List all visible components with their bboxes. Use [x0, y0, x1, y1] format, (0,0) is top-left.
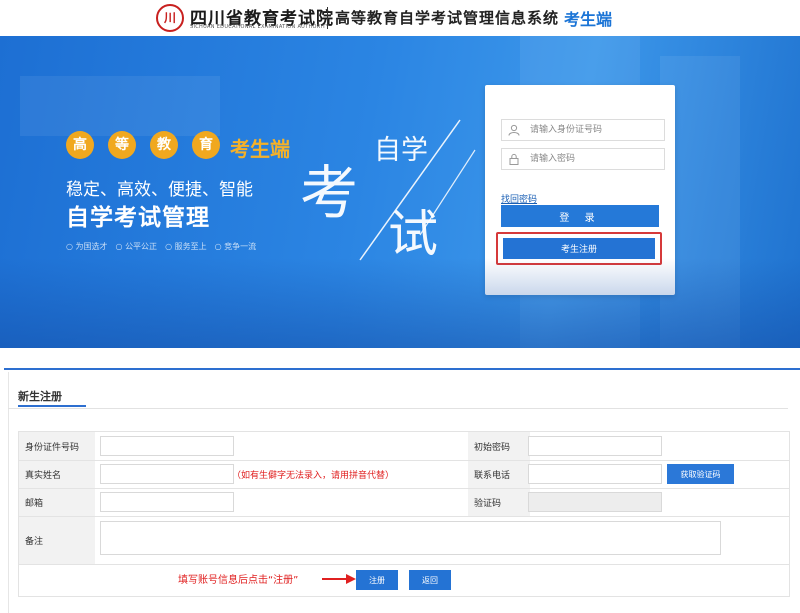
- art-text-kao: 考: [300, 159, 359, 227]
- real-name-input[interactable]: [100, 464, 234, 484]
- circle-char: 教: [150, 131, 178, 159]
- form-register-button[interactable]: 注册: [356, 570, 398, 590]
- login-button[interactable]: 登 录: [501, 205, 659, 227]
- real-name-label: 真实姓名: [19, 461, 95, 488]
- art-text-shi: 试: [388, 205, 438, 263]
- banner-tag: 为国选才: [66, 241, 108, 252]
- org-name-en: SICHUAN EDUCATIONAL EXAMINATION AUTHORIT…: [190, 24, 330, 30]
- art-text-zixue: 自学: [374, 135, 428, 166]
- circle-char: 等: [108, 131, 136, 159]
- id-card-input[interactable]: [100, 436, 234, 456]
- get-code-button[interactable]: 获取验证码: [667, 464, 734, 484]
- banner-tag: 公平公正: [116, 241, 157, 252]
- id-card-label: 身份证件号码: [19, 432, 95, 460]
- tab-underline: [18, 405, 86, 407]
- id-field[interactable]: [501, 119, 665, 141]
- tab-new-registration[interactable]: 新生注册: [18, 388, 62, 404]
- initial-password-input[interactable]: [528, 436, 662, 456]
- remark-textarea[interactable]: [100, 521, 721, 555]
- banner-decor: [20, 76, 220, 136]
- hero-banner: 高 等 教 育 考生端 稳定、高效、便捷、智能 自学考试管理 为国选才 公平公正…: [0, 36, 800, 348]
- circle-char: 高: [66, 131, 94, 159]
- initial-password-label: 初始密码: [468, 432, 530, 460]
- remark-label: 备注: [19, 517, 95, 564]
- login-card: 找回密码 登 录 考生注册: [485, 85, 675, 295]
- form-row: 真实姓名 （如有生僻字无法录入，请用拼音代替） 联系电话 获取验证码: [18, 461, 790, 489]
- tab-bar: [8, 378, 788, 409]
- form-row: 备注: [18, 517, 790, 565]
- form-row: 身份证件号码 初始密码: [18, 431, 790, 461]
- banner-circle-row: 高 等 教 育: [66, 131, 220, 159]
- header-divider: [327, 7, 328, 29]
- footer-hint: 填写账号信息后点击“注册”: [178, 575, 299, 586]
- code-label: 验证码: [468, 489, 530, 516]
- name-hint: （如有生僻字无法录入，请用拼音代替）: [232, 471, 395, 481]
- register-button[interactable]: 考生注册: [503, 238, 655, 259]
- portal-tag: 考生端: [564, 10, 613, 29]
- email-label: 邮箱: [19, 489, 95, 516]
- code-input[interactable]: [528, 492, 662, 512]
- password-input[interactable]: [530, 151, 660, 167]
- form-row: 邮箱 验证码: [18, 489, 790, 517]
- lock-icon: [509, 153, 519, 165]
- phone-label: 联系电话: [468, 461, 530, 488]
- email-input[interactable]: [100, 492, 234, 512]
- phone-input[interactable]: [528, 464, 662, 484]
- section-divider: [4, 368, 800, 370]
- password-field[interactable]: [501, 148, 665, 170]
- form-action-row: [18, 565, 790, 597]
- banner-title: 自学考试管理: [66, 205, 210, 231]
- forgot-password-link[interactable]: 找回密码: [501, 192, 537, 205]
- banner-portal-label: 考生端: [230, 137, 290, 161]
- site-header: 川 四川省教育考试院 SICHUAN EDUCATIONAL EXAMINATI…: [0, 0, 800, 36]
- arrow-right-icon: [322, 574, 356, 584]
- banner-tag: 服务至上: [165, 241, 207, 252]
- id-input[interactable]: [530, 122, 660, 138]
- org-logo-icon: 川: [156, 4, 184, 32]
- banner-tag: 竞争一流: [215, 241, 256, 252]
- banner-tags: 为国选才 公平公正 服务至上 竞争一流: [66, 241, 257, 252]
- circle-char: 育: [192, 131, 220, 159]
- user-icon: [508, 124, 520, 136]
- form-back-button[interactable]: 返回: [409, 570, 451, 590]
- register-highlight-box: 考生注册: [496, 232, 662, 265]
- banner-slogan: 稳定、高效、便捷、智能: [66, 180, 253, 200]
- system-name: 高等教育自学考试管理信息系统: [335, 9, 560, 27]
